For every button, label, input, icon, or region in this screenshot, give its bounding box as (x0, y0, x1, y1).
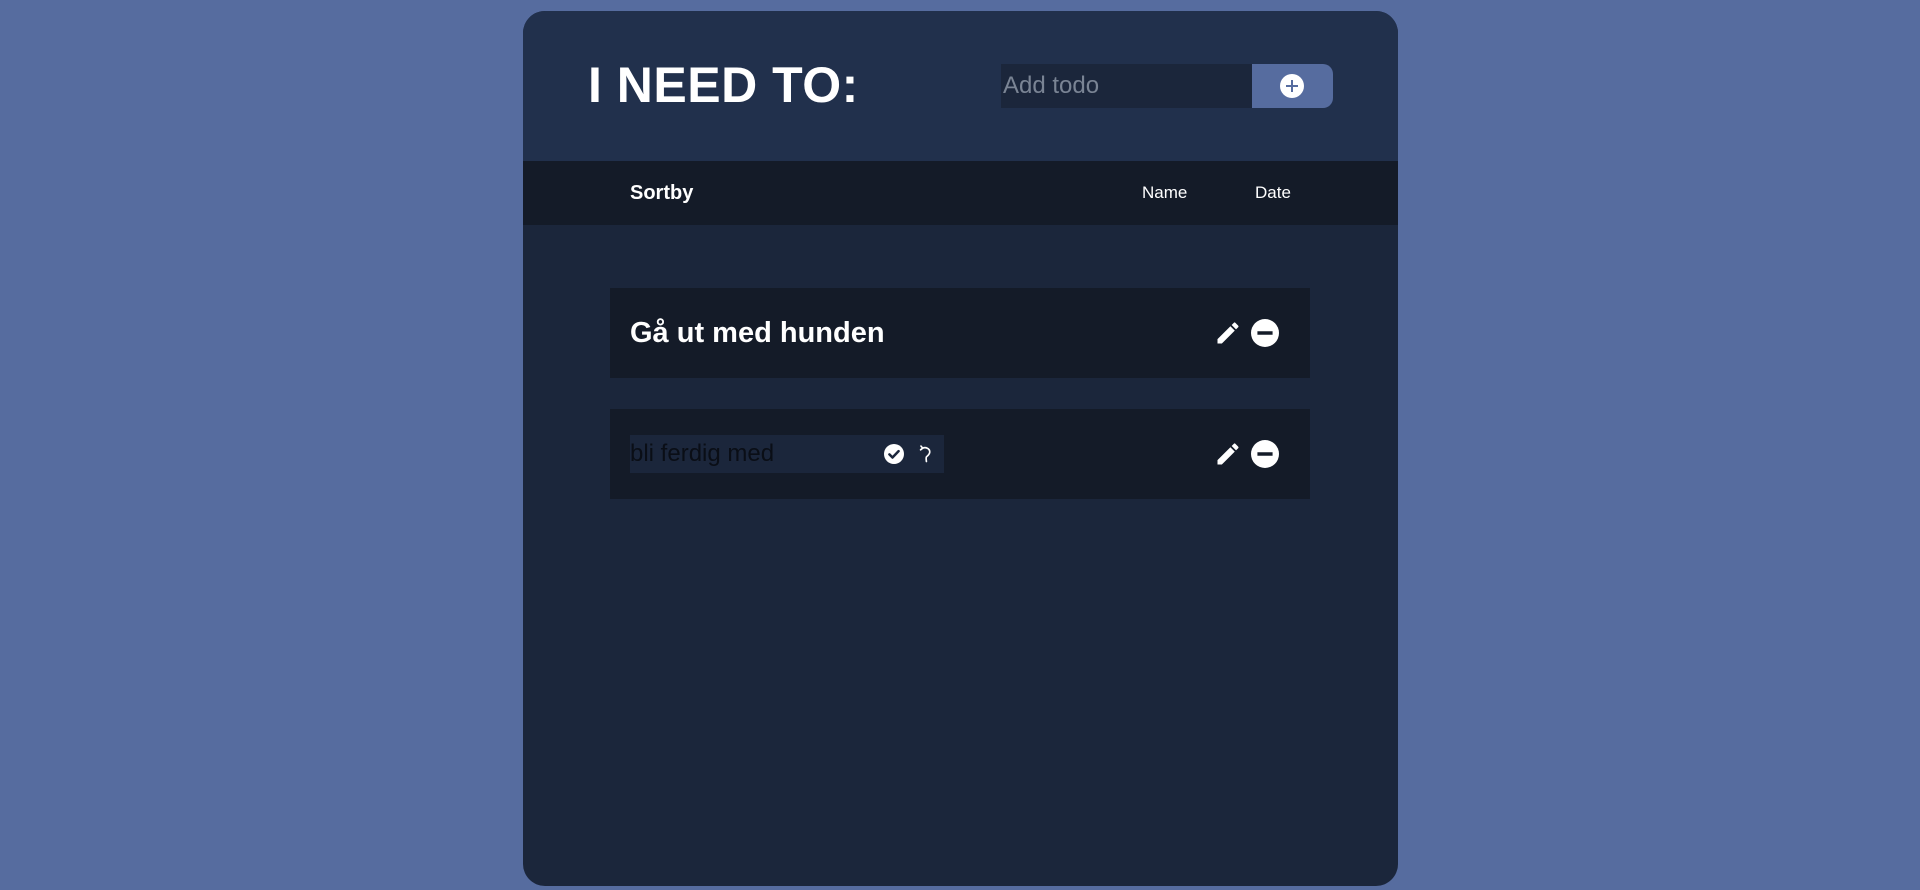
plus-circle-icon (1280, 74, 1304, 98)
todo-item-editing (610, 409, 1310, 499)
todo-app: I NEED TO: Sortby Name Date Gå ut med hu… (523, 11, 1398, 886)
remove-icon[interactable] (1251, 319, 1279, 347)
todo-edit-box (630, 435, 944, 473)
app-header: I NEED TO: (523, 11, 1398, 161)
sort-bar: Sortby Name Date (523, 161, 1398, 225)
todo-item: Gå ut med hunden (610, 288, 1310, 378)
sort-by-date-option[interactable]: Date (1255, 183, 1291, 203)
add-todo-input[interactable] (1001, 64, 1253, 108)
undo-icon[interactable] (916, 444, 936, 464)
edit-icon[interactable] (1214, 440, 1242, 468)
add-todo-button[interactable] (1252, 64, 1333, 108)
todo-text: Gå ut med hunden (630, 317, 885, 349)
confirm-icon[interactable] (884, 444, 904, 464)
remove-icon[interactable] (1251, 440, 1279, 468)
sort-by-name-option[interactable]: Name (1142, 183, 1187, 203)
todo-edit-input[interactable] (630, 435, 880, 473)
add-todo-form (1001, 64, 1333, 108)
edit-icon[interactable] (1214, 319, 1242, 347)
app-title: I NEED TO: (588, 57, 859, 113)
sort-label: Sortby (630, 182, 694, 204)
